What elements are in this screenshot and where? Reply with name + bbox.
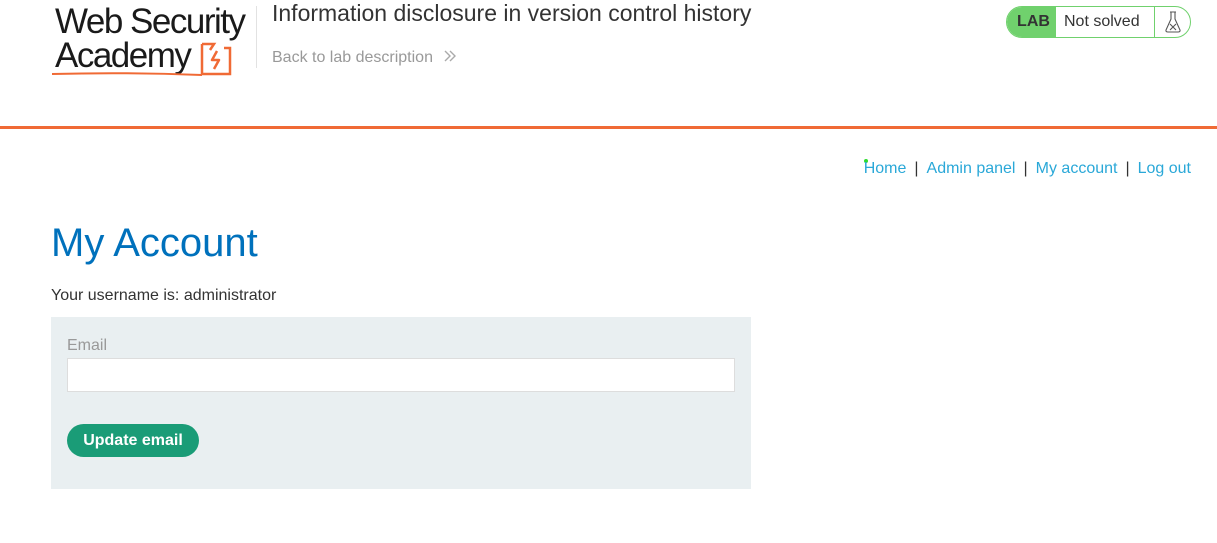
web-security-academy-logo[interactable]: Web Security Academy [52, 4, 252, 80]
nav-link-log-out[interactable]: Log out [1138, 160, 1191, 177]
back-link-label: Back to lab description [272, 49, 433, 66]
nav-separator: | [1125, 160, 1130, 177]
email-field[interactable] [67, 358, 735, 392]
flask-icon [1154, 7, 1190, 37]
lab-status-label: LAB [1007, 7, 1056, 37]
lab-status-text: Not solved [1064, 13, 1140, 30]
lab-header: Web Security Academy Information disclos… [0, 0, 1217, 129]
logo-underline [52, 72, 202, 76]
page-title: My Account [51, 221, 258, 265]
nav-separator: | [1023, 160, 1028, 177]
update-email-button[interactable]: Update email [67, 424, 199, 457]
email-label: Email [67, 337, 108, 354]
nav-link-home[interactable]: Home [864, 160, 907, 177]
change-email-form: Email Update email [51, 317, 751, 489]
header-divider [256, 6, 257, 68]
nav-link-my-account[interactable]: My account [1036, 160, 1118, 177]
lab-status-widget: LAB Not solved [1006, 6, 1191, 38]
double-chevron-right-icon [444, 50, 457, 62]
back-to-lab-description-link[interactable]: Back to lab description [272, 48, 457, 68]
nav-link-admin-panel[interactable]: Admin panel [927, 160, 1016, 177]
logo-line2: Academy [55, 36, 192, 75]
nav-separator: | [914, 160, 919, 177]
lightning-bolt-icon [200, 42, 232, 76]
logo-line1: Web Security [55, 2, 246, 41]
lab-title: Information disclosure in version contro… [272, 0, 752, 26]
top-navigation: Home | Admin panel | My account | Log out [864, 159, 1191, 179]
username-display: Your username is: administrator [51, 287, 277, 304]
